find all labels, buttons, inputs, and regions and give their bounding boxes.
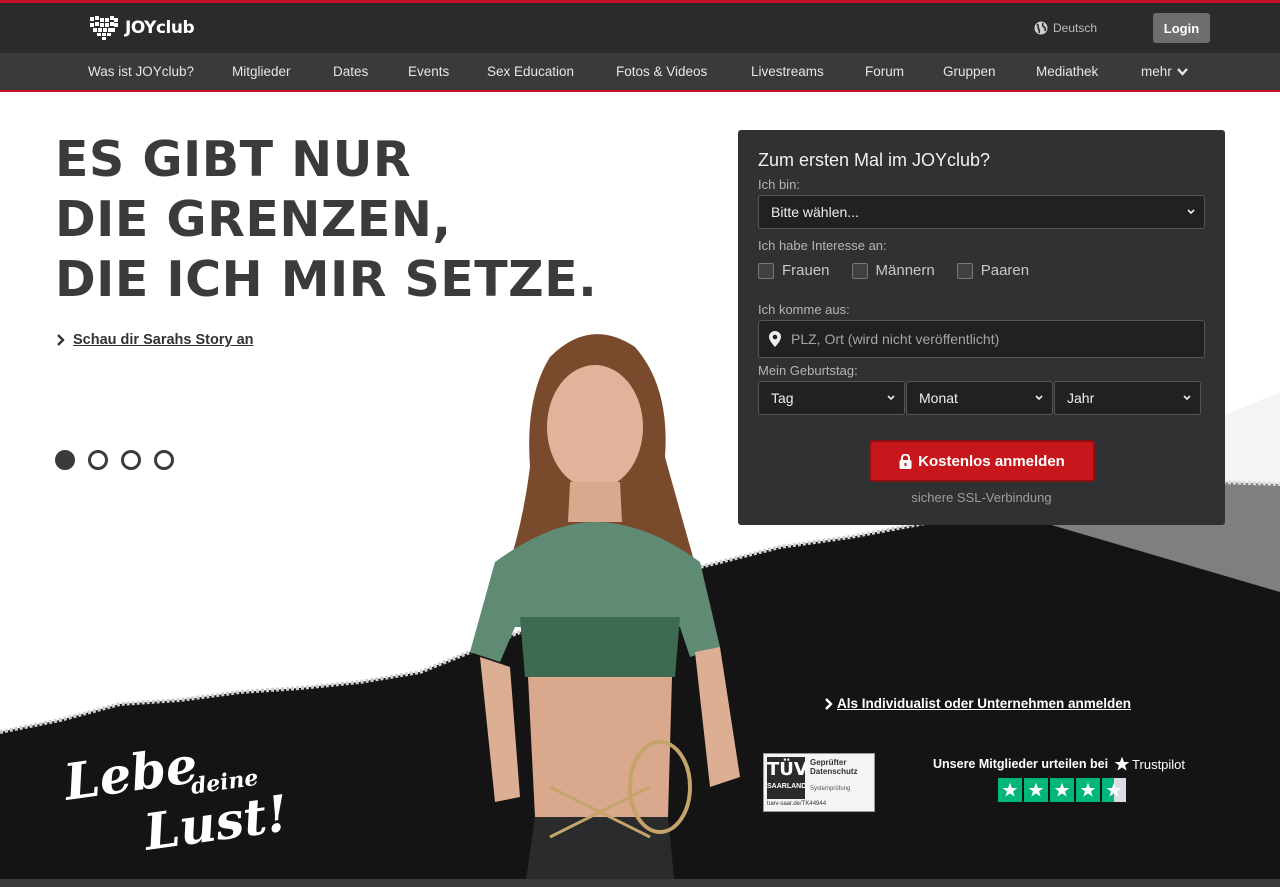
star-icon [1002,782,1018,797]
trustpilot-stars [998,778,1126,802]
star-icon [1080,782,1096,797]
trustpilot-widget[interactable]: Unsere Mitglieder urteilen bei Trustpilo… [933,756,1185,772]
hero-headline: ES GIBT NUR DIE GRENZEN, DIE ICH MIR SET… [55,130,597,310]
rating-star-2 [1024,778,1048,802]
main-nav: Was ist JOYclub? Mitglieder Dates Events… [0,53,1280,92]
trustpilot-text: Unsere Mitglieder urteilen bei [933,757,1109,771]
register-button[interactable]: Kostenlos anmelden [869,440,1095,482]
language-label: Deutsch [1053,21,1098,35]
checkbox-frauen[interactable] [758,262,774,279]
birthday-month-select[interactable]: Monat [906,381,1053,415]
nav-item-mehr-label: mehr [1141,64,1172,79]
slider-dot-1[interactable] [55,450,75,470]
chevron-down-icon [1183,395,1191,401]
globe-icon [1034,21,1048,35]
nav-item-dates[interactable]: Dates [333,64,368,79]
business-signup-label: Als Individualist oder Unternehmen anmel… [837,696,1132,711]
i-am-select[interactable]: Bitte wählen... [758,195,1205,229]
interest-paaren[interactable]: Paaren [956,262,1030,279]
hero-section: ES GIBT NUR DIE GRENZEN, DIE ICH MIR SET… [0,92,1280,887]
heart-logo-icon [90,16,118,40]
lock-icon [899,453,912,469]
checkbox-maennern[interactable] [851,262,868,279]
chevron-right-icon [57,334,65,346]
nav-item-livestreams[interactable]: Livestreams [751,64,824,79]
nav-item-mitglieder[interactable]: Mitglieder [232,64,291,79]
chevron-right-icon [825,697,833,710]
tuv-id: tuev-saar.de/TK44944 [767,801,827,807]
headline-line-1: ES GIBT NUR [55,131,412,188]
logo-text: JOYclub [125,18,195,38]
headline-line-2: DIE GRENZEN, [55,191,452,248]
star-icon [1114,756,1130,771]
tuv-brand: TÜV [767,759,808,780]
nav-item-events[interactable]: Events [408,64,449,79]
joyclub-logo[interactable]: JOYclub [89,15,195,41]
trustpilot-logo: Trustpilot [1114,756,1185,772]
business-signup-link[interactable]: Als Individualist oder Unternehmen anmel… [825,696,1131,711]
slider-dot-3[interactable] [121,450,141,470]
tuv-logo: TÜV SAARLAND [767,757,808,799]
interest-maennern-label: Männern [875,262,935,279]
register-button-label: Kostenlos anmelden [918,452,1065,470]
month-value: Monat [919,390,958,406]
location-placeholder: PLZ, Ort (wird nicht veröffentlicht) [791,331,1000,347]
tuv-subtitle: Systemprüfung [810,786,851,792]
tuv-region: SAARLAND [767,783,807,790]
birthday-year-select[interactable]: Jahr [1054,381,1201,415]
registration-panel: Zum ersten Mal im JOYclub? Ich bin: Bitt… [738,130,1225,525]
chevron-down-icon [887,395,895,401]
chevron-down-icon [1035,395,1043,401]
interest-frauen-label: Frauen [782,262,830,279]
login-button[interactable]: Login [1153,13,1210,43]
story-link-label: Schau dir Sarahs Story an [73,332,254,348]
headline-line-3: DIE ICH MIR SETZE. [55,251,598,308]
nav-item-sex-education[interactable]: Sex Education [487,64,574,79]
footer-strip [0,879,1280,887]
interest-options: Frauen Männern Paaren [758,262,1029,279]
tuv-badge[interactable]: TÜV SAARLAND Geprüfter Datenschutz Syste… [763,753,875,812]
interest-frauen[interactable]: Frauen [758,262,830,279]
slider-dot-4[interactable] [154,450,174,470]
interest-label: Ich habe Interesse an: [758,238,887,253]
nav-item-mehr[interactable]: mehr [1141,64,1188,79]
chevron-down-icon [1176,67,1188,76]
nav-item-forum[interactable]: Forum [865,64,904,79]
language-selector[interactable]: Deutsch [1034,21,1097,35]
i-am-select-value: Bitte wählen... [771,204,859,220]
ssl-note: sichere SSL-Verbindung [911,490,1052,505]
rating-star-1 [998,778,1022,802]
chevron-down-icon [1187,209,1195,215]
star-icon [1054,782,1070,797]
i-am-label: Ich bin: [758,177,800,192]
rating-star-4 [1076,778,1100,802]
rating-star-5 [1102,778,1126,802]
interest-maennern[interactable]: Männern [851,262,935,279]
interest-paaren-label: Paaren [980,262,1030,279]
checkbox-paaren[interactable] [956,262,973,279]
top-bar: JOYclub Deutsch Login [0,0,1280,53]
story-link[interactable]: Schau dir Sarahs Story an [57,332,254,348]
nav-item-fotos-videos[interactable]: Fotos & Videos [616,64,707,79]
from-label: Ich komme aus: [758,302,850,317]
tuv-title: Geprüfter Datenschutz [810,758,858,776]
nav-item-gruppen[interactable]: Gruppen [943,64,996,79]
nav-item-was-ist-joyclub[interactable]: Was ist JOYclub? [88,64,194,79]
location-input[interactable]: PLZ, Ort (wird nicht veröffentlicht) [758,320,1205,358]
trustpilot-brand: Trustpilot [1132,756,1186,772]
rating-star-3 [1050,778,1074,802]
star-icon [1106,782,1122,797]
birthday-day-select[interactable]: Tag [758,381,905,415]
day-value: Tag [771,390,794,406]
lebe-deine-lust-slogan: Lebe deine Lust! [62,742,292,862]
nav-item-mediathek[interactable]: Mediathek [1036,64,1098,79]
registration-title: Zum ersten Mal im JOYclub? [758,150,991,170]
year-value: Jahr [1067,390,1095,406]
slider-dot-2[interactable] [88,450,108,470]
slider-dots [55,450,174,470]
star-icon [1028,782,1044,797]
map-pin-icon [769,331,781,347]
birthday-label: Mein Geburtstag: [758,363,858,378]
